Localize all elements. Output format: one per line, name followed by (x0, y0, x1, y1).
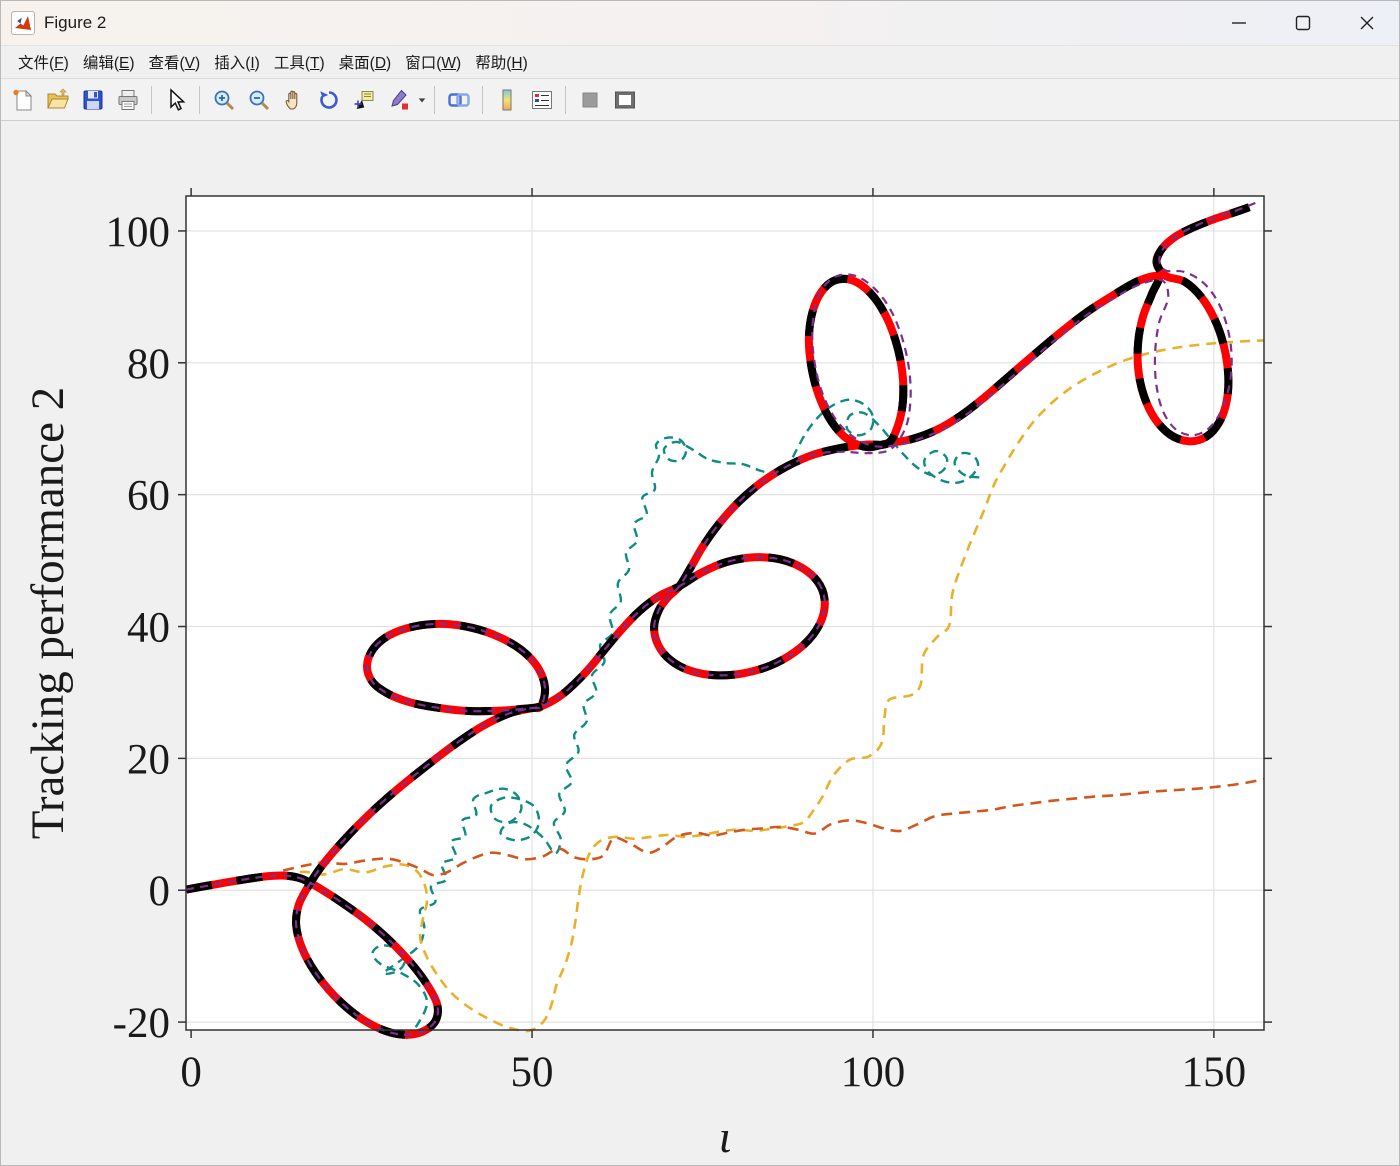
tracking-performance-plot: 0 50 100 150-20020406080100Tracking perform… (22, 188, 1272, 1162)
new-figure-button[interactable] (6, 83, 39, 116)
show-plot-tools-button[interactable] (608, 83, 641, 116)
menu-item-t[interactable]: 工具(T) (267, 47, 332, 77)
open-file-button[interactable] (41, 83, 74, 116)
menu-item-f[interactable]: 文件(F) (11, 47, 76, 77)
toolbar-divider (434, 85, 435, 114)
close-icon (1360, 16, 1374, 30)
minimize-icon (1232, 22, 1246, 24)
ytick-label-80: 80 (127, 341, 170, 388)
pan-hand-button[interactable] (277, 83, 310, 116)
x-axis-label: ι (719, 1111, 732, 1162)
zoom-out-button[interactable] (242, 83, 275, 116)
insert-colorbar-button[interactable] (490, 83, 523, 116)
menu-bar: 文件(F) 编辑(E) 查看(V) 插入(I) 工具(T) 桌面(D) 窗口(W) 帮助(H) (1, 46, 1399, 79)
menu-item-i[interactable]: 插入(I) (207, 47, 267, 77)
insert-legend-button[interactable] (525, 83, 558, 116)
insert-colorbar-icon (502, 89, 511, 110)
print-figure-icon (118, 89, 137, 110)
hide-plot-tools-button[interactable] (573, 83, 606, 116)
menu-item-e[interactable]: 编辑(E) (76, 47, 142, 77)
ytick-label--20: -20 (113, 1000, 170, 1047)
menu-item-h[interactable]: 帮助(H) (468, 47, 535, 77)
menu-item-d[interactable]: 桌面(D) (332, 47, 399, 77)
dropdown-caret-icon (418, 97, 426, 102)
toolbar (1, 79, 1399, 121)
brush-data-button[interactable] (382, 83, 415, 116)
rotate-3d-button[interactable] (312, 83, 345, 116)
minimize-button[interactable] (1207, 1, 1271, 45)
data-cursor-button[interactable] (347, 83, 380, 116)
edit-plot-arrow-button[interactable] (159, 83, 192, 116)
link-plot-icon (447, 92, 470, 107)
ytick-label-0: 0 (149, 868, 171, 915)
figure-window: Figure 2 文件(F) 编辑(E) 查看(V) 插入(I) 工具(T) 桌面(D) 窗… (0, 0, 1400, 1166)
toolbar-divider (151, 85, 152, 114)
new-figure-icon (12, 89, 32, 110)
xtick-label-150: 150 (1182, 1049, 1247, 1096)
y-axis-label: Tracking performance 2 (22, 387, 74, 839)
dropdown-caret-button[interactable] (416, 83, 428, 116)
edit-plot-arrow-icon (169, 87, 185, 111)
title-bar: Figure 2 (1, 1, 1399, 46)
brush-data-icon (390, 89, 408, 109)
figure-canvas: 0 50 100 150 -20 0 20 40 60 80 100 Tracking perform… (1, 121, 1399, 1165)
rotate-3d-icon (319, 90, 338, 109)
data-cursor-icon (354, 90, 373, 109)
open-file-icon (46, 88, 69, 108)
ytick-label-40: 40 (127, 605, 170, 652)
zoom-out-icon (249, 90, 269, 110)
save-figure-button[interactable] (76, 83, 109, 116)
ytick-label-60: 60 (127, 473, 170, 520)
ytick-label-20: 20 (127, 736, 170, 783)
zoom-in-button[interactable] (207, 83, 240, 116)
toolbar-divider (565, 85, 566, 114)
maximize-icon (1295, 15, 1311, 31)
insert-legend-icon (531, 90, 552, 109)
menu-item-w[interactable]: 窗口(W) (398, 47, 468, 77)
pan-hand-icon (285, 90, 297, 110)
zoom-in-icon (214, 90, 234, 110)
print-figure-button[interactable] (111, 83, 144, 116)
maximize-button[interactable] (1271, 1, 1335, 45)
matlab-figure-icon (11, 11, 35, 35)
xtick-label-0: 0 (180, 1049, 202, 1096)
xtick-label-50: 50 (511, 1049, 554, 1096)
close-button[interactable] (1335, 1, 1399, 45)
show-plot-tools-icon (614, 91, 635, 108)
hide-plot-tools-icon (582, 92, 597, 107)
save-figure-icon (83, 90, 102, 109)
window-controls (1207, 1, 1399, 45)
ytick-label-100: 100 (106, 209, 171, 256)
window-title: Figure 2 (44, 13, 107, 32)
toolbar-divider (199, 85, 200, 114)
toolbar-divider (482, 85, 483, 114)
xtick-label-100: 100 (841, 1049, 906, 1096)
link-plot-button[interactable] (442, 83, 475, 116)
menu-item-v[interactable]: 查看(V) (142, 47, 208, 77)
